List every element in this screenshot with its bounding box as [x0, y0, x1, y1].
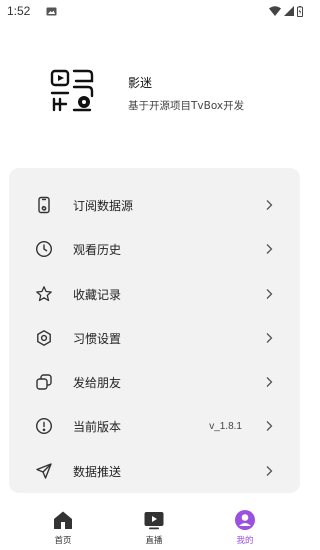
menu-item-preferences[interactable]: 习惯设置	[9, 317, 300, 359]
menu-item-data-push[interactable]: 数据推送	[9, 450, 300, 492]
chevron-right-icon	[266, 421, 273, 431]
chevron-right-icon	[266, 333, 273, 343]
menu-item-subscription[interactable]: 订阅数据源	[9, 184, 300, 226]
hexagon-settings-icon	[34, 328, 54, 348]
tab-home[interactable]: 首页	[33, 505, 93, 550]
send-icon	[34, 461, 54, 481]
image-notification-icon	[46, 7, 57, 15]
tab-live[interactable]: 直播	[124, 505, 184, 550]
tab-label: 我的	[236, 536, 254, 546]
profile-header: 影迷 基于开源项目TvBox开发	[0, 60, 309, 130]
version-value: v_1.8.1	[209, 420, 242, 432]
app-name: 影迷	[128, 76, 153, 90]
info-icon	[34, 416, 54, 436]
menu-label: 习惯设置	[73, 331, 122, 346]
battery-icon	[297, 5, 303, 17]
live-tv-icon	[144, 512, 164, 530]
menu-item-version[interactable]: 当前版本 v_1.8.1	[9, 405, 300, 447]
menu-label: 发给朋友	[73, 375, 122, 390]
wifi-icon	[269, 6, 281, 16]
tab-label: 直播	[145, 536, 163, 546]
clock-icon	[34, 239, 54, 259]
star-icon	[34, 284, 54, 304]
menu-item-history[interactable]: 观看历史	[9, 228, 300, 270]
chevron-right-icon	[266, 289, 273, 299]
chevron-right-icon	[266, 200, 273, 210]
signal-icon	[284, 6, 294, 16]
menu-item-share[interactable]: 发给朋友	[9, 361, 300, 403]
status-bar: 1:52	[0, 0, 309, 22]
tab-mine[interactable]: 我的	[215, 505, 275, 550]
home-icon	[54, 511, 72, 529]
tab-label: 首页	[54, 536, 72, 546]
phone-sync-icon	[34, 195, 54, 215]
menu-label: 当前版本	[73, 419, 122, 434]
menu-label: 数据推送	[73, 464, 122, 479]
chevron-right-icon	[266, 466, 273, 476]
menu-card: 订阅数据源 观看历史 收藏记录 习惯设置 发给朋友 当前版本 v_1.8.1 数…	[9, 168, 300, 493]
app-description: 基于开源项目TvBox开发	[128, 100, 245, 112]
menu-label: 观看历史	[73, 242, 122, 257]
menu-label: 订阅数据源	[73, 198, 134, 213]
chevron-right-icon	[266, 244, 273, 254]
profile-icon	[235, 510, 255, 530]
menu-item-favorites[interactable]: 收藏记录	[9, 273, 300, 315]
app-logo-icon	[50, 69, 94, 112]
share-copy-icon	[34, 372, 54, 392]
status-time: 1:52	[7, 4, 31, 18]
chevron-right-icon	[266, 377, 273, 387]
bottom-tab-bar: 首页 直播 我的	[0, 505, 309, 550]
menu-label: 收藏记录	[73, 287, 122, 302]
